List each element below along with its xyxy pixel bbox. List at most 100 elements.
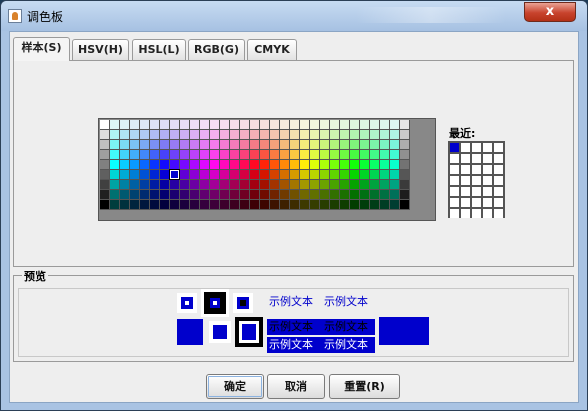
swatch-cell[interactable] bbox=[380, 160, 390, 170]
swatch-cell[interactable] bbox=[240, 200, 250, 210]
swatch-cell[interactable] bbox=[260, 180, 270, 190]
swatch-cell[interactable] bbox=[230, 120, 240, 130]
swatch-cell[interactable] bbox=[310, 180, 320, 190]
swatch-cell[interactable] bbox=[160, 200, 170, 210]
swatch-cell[interactable] bbox=[110, 180, 120, 190]
recent-color-cell[interactable] bbox=[483, 143, 492, 152]
swatch-cell[interactable] bbox=[130, 160, 140, 170]
swatch-cell[interactable] bbox=[280, 170, 290, 180]
recent-color-cell[interactable] bbox=[494, 154, 503, 163]
swatch-cell[interactable] bbox=[280, 130, 290, 140]
swatch-cell[interactable] bbox=[380, 200, 390, 210]
swatch-cell[interactable] bbox=[270, 200, 280, 210]
swatch-cell[interactable] bbox=[160, 170, 170, 180]
swatch-cell[interactable] bbox=[120, 190, 130, 200]
swatch-cell[interactable] bbox=[370, 130, 380, 140]
swatch-cell[interactable] bbox=[370, 140, 380, 150]
swatch-cell[interactable] bbox=[100, 130, 110, 140]
swatch-cell[interactable] bbox=[350, 150, 360, 160]
swatch-cell[interactable] bbox=[220, 200, 230, 210]
swatch-cell[interactable] bbox=[100, 190, 110, 200]
recent-color-cell[interactable] bbox=[461, 209, 470, 218]
swatch-cell[interactable] bbox=[160, 190, 170, 200]
swatch-cell[interactable] bbox=[260, 190, 270, 200]
swatch-cell[interactable] bbox=[310, 170, 320, 180]
swatch-cell[interactable] bbox=[110, 170, 120, 180]
swatch-cell[interactable] bbox=[350, 190, 360, 200]
swatch-cell[interactable] bbox=[350, 200, 360, 210]
swatch-cell[interactable] bbox=[100, 160, 110, 170]
swatch-cell[interactable] bbox=[100, 120, 110, 130]
swatch-cell[interactable] bbox=[240, 120, 250, 130]
ok-button[interactable]: 确定 bbox=[206, 374, 264, 399]
recent-color-cell[interactable] bbox=[483, 187, 492, 196]
recent-color-cell[interactable] bbox=[483, 176, 492, 185]
recent-color-cell[interactable] bbox=[461, 187, 470, 196]
swatch-cell[interactable] bbox=[160, 140, 170, 150]
swatch-cell[interactable] bbox=[300, 150, 310, 160]
swatch-cell[interactable] bbox=[120, 150, 130, 160]
swatch-cell[interactable] bbox=[270, 160, 280, 170]
swatch-cell[interactable] bbox=[350, 180, 360, 190]
swatch-cell[interactable] bbox=[330, 200, 340, 210]
swatch-cell[interactable] bbox=[270, 150, 280, 160]
swatch-cell[interactable] bbox=[270, 170, 280, 180]
swatch-cell[interactable] bbox=[200, 180, 210, 190]
swatch-cell[interactable] bbox=[120, 130, 130, 140]
swatch-cell[interactable] bbox=[190, 170, 200, 180]
swatch-cell[interactable] bbox=[390, 120, 400, 130]
swatch-cell[interactable] bbox=[110, 120, 120, 130]
swatch-cell[interactable] bbox=[100, 200, 110, 210]
swatch-cell[interactable] bbox=[190, 120, 200, 130]
swatch-cell[interactable] bbox=[400, 120, 410, 130]
swatch-cell[interactable] bbox=[190, 150, 200, 160]
swatch-cell[interactable] bbox=[360, 200, 370, 210]
swatch-cell[interactable] bbox=[310, 160, 320, 170]
swatch-cell[interactable] bbox=[150, 140, 160, 150]
swatch-cell[interactable] bbox=[170, 130, 180, 140]
swatch-cell[interactable] bbox=[180, 200, 190, 210]
swatch-cell[interactable] bbox=[320, 170, 330, 180]
swatch-cell[interactable] bbox=[280, 150, 290, 160]
recent-color-cell[interactable] bbox=[483, 154, 492, 163]
swatch-grid[interactable] bbox=[98, 118, 436, 221]
swatch-cell[interactable] bbox=[200, 190, 210, 200]
swatch-cell[interactable] bbox=[120, 180, 130, 190]
swatch-cell[interactable] bbox=[220, 130, 230, 140]
swatch-cell[interactable] bbox=[210, 140, 220, 150]
swatch-cell[interactable] bbox=[380, 180, 390, 190]
swatch-cell[interactable] bbox=[370, 150, 380, 160]
swatch-cell[interactable] bbox=[180, 140, 190, 150]
swatch-cell[interactable] bbox=[230, 160, 240, 170]
swatch-cell[interactable] bbox=[100, 170, 110, 180]
swatch-cell[interactable] bbox=[370, 120, 380, 130]
cancel-button[interactable]: 取消 bbox=[267, 374, 325, 399]
swatch-cell[interactable] bbox=[110, 200, 120, 210]
swatch-cell[interactable] bbox=[210, 130, 220, 140]
swatch-cell[interactable] bbox=[200, 120, 210, 130]
swatch-cell[interactable] bbox=[360, 190, 370, 200]
swatch-cell[interactable] bbox=[190, 200, 200, 210]
recent-color-cell[interactable] bbox=[450, 143, 459, 152]
swatch-cell[interactable] bbox=[390, 130, 400, 140]
swatch-cell[interactable] bbox=[390, 140, 400, 150]
swatch-cell[interactable] bbox=[130, 180, 140, 190]
swatch-cell[interactable] bbox=[250, 170, 260, 180]
recent-color-cell[interactable] bbox=[472, 154, 481, 163]
swatch-cell[interactable] bbox=[350, 170, 360, 180]
swatch-cell[interactable] bbox=[300, 140, 310, 150]
swatch-cell[interactable] bbox=[300, 160, 310, 170]
swatch-cell[interactable] bbox=[110, 160, 120, 170]
swatch-cell[interactable] bbox=[220, 170, 230, 180]
swatch-cell[interactable] bbox=[240, 150, 250, 160]
swatch-cell[interactable] bbox=[130, 190, 140, 200]
swatch-cell[interactable] bbox=[250, 150, 260, 160]
swatch-cell[interactable] bbox=[130, 120, 140, 130]
swatch-cell[interactable] bbox=[140, 200, 150, 210]
swatch-cell[interactable] bbox=[330, 190, 340, 200]
swatch-cell[interactable] bbox=[210, 190, 220, 200]
swatch-cell[interactable] bbox=[310, 140, 320, 150]
swatch-cell[interactable] bbox=[120, 140, 130, 150]
swatch-cell[interactable] bbox=[200, 140, 210, 150]
swatch-cell[interactable] bbox=[280, 120, 290, 130]
